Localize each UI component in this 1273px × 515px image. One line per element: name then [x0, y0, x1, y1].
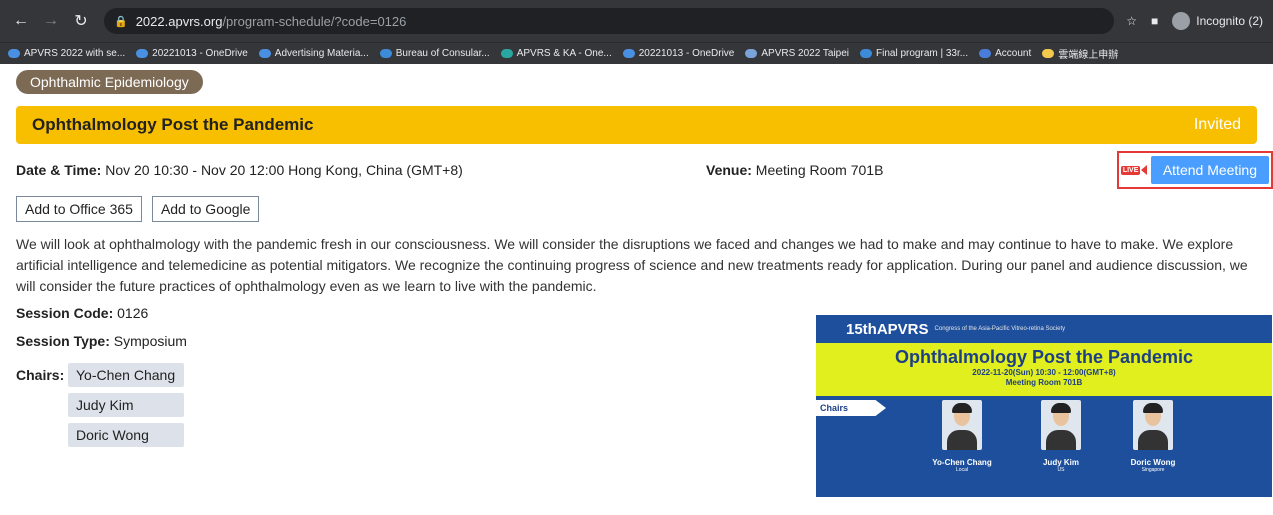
- poster-body: Chairs Yo-Chen Chang Local Judy Kim US D…: [816, 396, 1272, 497]
- browser-toolbar: ← → ↻ 🔒 2022.apvrs.org /program-schedule…: [0, 0, 1273, 42]
- poster-person: Yo-Chen Chang Local: [926, 400, 998, 473]
- bookmark-item[interactable]: Advertising Materia...: [258, 48, 369, 59]
- url-host: 2022.apvrs.org: [135, 13, 223, 29]
- session-code-label: Session Code:: [16, 305, 114, 321]
- poster-brand-sub: Congress of the Asia-Pacific Vitreo-reti…: [934, 326, 1066, 332]
- incognito-indicator[interactable]: Incognito (2): [1172, 12, 1263, 30]
- poster-header: 15thAPVRS Congress of the Asia-Pacific V…: [816, 315, 1272, 343]
- bookmark-icon: [860, 49, 873, 58]
- poster-brand: 15thAPVRS: [846, 320, 929, 338]
- chair-item[interactable]: Yo-Chen Chang: [68, 363, 184, 387]
- session-type-label: Session Type:: [16, 333, 110, 349]
- bookmark-item[interactable]: 20221013 - OneDrive: [622, 48, 735, 59]
- bookmark-label: 20221013 - OneDrive: [152, 48, 248, 59]
- incognito-label: Incognito (2): [1196, 14, 1263, 28]
- bookmark-icon: [1042, 49, 1055, 58]
- bookmark-item[interactable]: 雲端線上申辦: [1042, 46, 1118, 61]
- poster-title: Ophthalmology Post the Pandemic: [894, 347, 1194, 367]
- address-bar[interactable]: 🔒 2022.apvrs.org /program-schedule/?code…: [104, 8, 1115, 34]
- poster-date: 2022-11-20(Sun) 10:30 - 12:00(GMT+8): [972, 368, 1116, 377]
- poster-chairs-tag: Chairs: [816, 400, 886, 416]
- bookmark-item[interactable]: Bureau of Consular...: [379, 48, 490, 59]
- live-camera-icon: LIVE: [1120, 163, 1148, 177]
- attend-meeting-highlight: LIVE Attend Meeting: [1116, 151, 1273, 189]
- session-content: Ophthalmic Epidemiology Ophthalmology Po…: [0, 64, 1273, 497]
- poster-person-loc: Local: [956, 467, 968, 473]
- session-details: Session Code: 0126 Session Type: Symposi…: [16, 305, 1272, 497]
- venue-label: Venue:: [706, 162, 752, 178]
- venue: Venue: Meeting Room 701B: [706, 162, 883, 178]
- url-path: /program-schedule/?code=0126: [222, 13, 407, 29]
- bookmark-item[interactable]: APVRS 2022 Taipei: [745, 48, 849, 59]
- poster-person-loc: Singapore: [1141, 467, 1165, 473]
- session-code-value: 0126: [117, 305, 149, 321]
- poster-person-name: Doric Wong: [1130, 458, 1176, 467]
- calendar-buttons: Add to Office 365 Add to Google: [16, 196, 1257, 222]
- bookmark-item[interactable]: Account: [979, 48, 1031, 59]
- poster-person-name: Judy Kim: [1042, 458, 1079, 467]
- poster-room: Meeting Room 701B: [1005, 378, 1083, 387]
- venue-value: Meeting Room 701B: [755, 162, 884, 178]
- category-tag[interactable]: Ophthalmic Epidemiology: [16, 70, 203, 94]
- bookmark-icon: [745, 49, 758, 58]
- poster-title-band: Ophthalmology Post the Pandemic 2022-11-…: [816, 343, 1272, 396]
- poster-person: Judy Kim US: [1025, 400, 1097, 473]
- poster-person: Doric Wong Singapore: [1117, 400, 1189, 473]
- poster-person-loc: US: [1057, 467, 1065, 473]
- add-to-office365-button[interactable]: Add to Office 365: [16, 196, 142, 222]
- session-title: Ophthalmology Post the Pandemic: [32, 115, 314, 134]
- reload-icon[interactable]: ↻: [70, 10, 92, 32]
- bookmark-label: APVRS 2022 Taipei: [761, 48, 850, 59]
- bookmark-item[interactable]: APVRS 2022 with se...: [8, 48, 125, 59]
- attend-meeting-button[interactable]: Attend Meeting: [1150, 156, 1269, 184]
- bookmark-label: Final program | 33r...: [876, 48, 969, 59]
- bookmark-item[interactable]: Final program | 33r...: [860, 48, 968, 59]
- session-title-bar: Ophthalmology Post the Pandemic Invited: [16, 106, 1257, 144]
- bookmark-label: Account: [995, 48, 1032, 59]
- portrait-photo: [942, 400, 982, 450]
- chairs-label: Chairs:: [16, 367, 65, 383]
- portrait-photo: [1041, 400, 1081, 450]
- chair-item[interactable]: Doric Wong: [68, 423, 184, 447]
- lock-icon: 🔒: [114, 15, 128, 28]
- datetime-value: Nov 20 10:30 - Nov 20 12:00 Hong Kong, C…: [105, 162, 463, 178]
- bookmark-label: Advertising Materia...: [274, 48, 369, 59]
- poster-person-name: Yo-Chen Chang: [932, 458, 992, 467]
- chair-list: Yo-Chen Chang Judy Kim Doric Wong: [68, 363, 184, 447]
- bookmark-label: Bureau of Consular...: [395, 48, 490, 59]
- sidepanel-icon[interactable]: ■: [1151, 14, 1158, 28]
- chair-item[interactable]: Judy Kim: [68, 393, 184, 417]
- session-type-value: Symposium: [113, 333, 187, 349]
- forward-arrow-icon[interactable]: →: [40, 10, 62, 32]
- bookmarks-bar: APVRS 2022 with se... 20221013 - OneDrive…: [0, 42, 1273, 64]
- incognito-icon: [1172, 12, 1191, 30]
- portrait-photo: [1133, 400, 1173, 450]
- bookmark-star-icon[interactable]: ☆: [1126, 14, 1137, 28]
- datetime-label: Date & Time:: [16, 162, 102, 178]
- live-icon-text: LIVE: [1120, 165, 1141, 175]
- back-arrow-icon[interactable]: ←: [10, 10, 32, 32]
- bookmark-icon: [136, 49, 149, 58]
- bookmark-label: APVRS 2022 with se...: [24, 48, 126, 59]
- bookmark-label: 20221013 - OneDrive: [638, 48, 735, 59]
- session-meta: Date & Time: Nov 20 10:30 - Nov 20 12:00…: [16, 151, 1273, 189]
- bookmark-icon: [622, 49, 635, 58]
- invited-badge: Invited: [1193, 116, 1241, 133]
- bookmark-icon: [258, 49, 271, 58]
- bookmark-label: APVRS & KA - One...: [516, 48, 612, 59]
- bookmark-icon: [8, 49, 20, 58]
- bookmark-label: 雲端線上申辦: [1058, 50, 1119, 61]
- bookmark-item[interactable]: 20221013 - OneDrive: [136, 48, 248, 59]
- bookmark-icon: [979, 49, 992, 58]
- bookmark-icon: [379, 49, 392, 58]
- add-to-google-button[interactable]: Add to Google: [151, 196, 260, 222]
- bookmark-item[interactable]: APVRS & KA - One...: [500, 48, 612, 59]
- session-description: We will look at ophthalmology with the p…: [16, 236, 1248, 294]
- datetime: Date & Time: Nov 20 10:30 - Nov 20 12:00…: [16, 162, 463, 178]
- session-poster: 15thAPVRS Congress of the Asia-Pacific V…: [816, 315, 1272, 497]
- bookmark-icon: [500, 49, 513, 58]
